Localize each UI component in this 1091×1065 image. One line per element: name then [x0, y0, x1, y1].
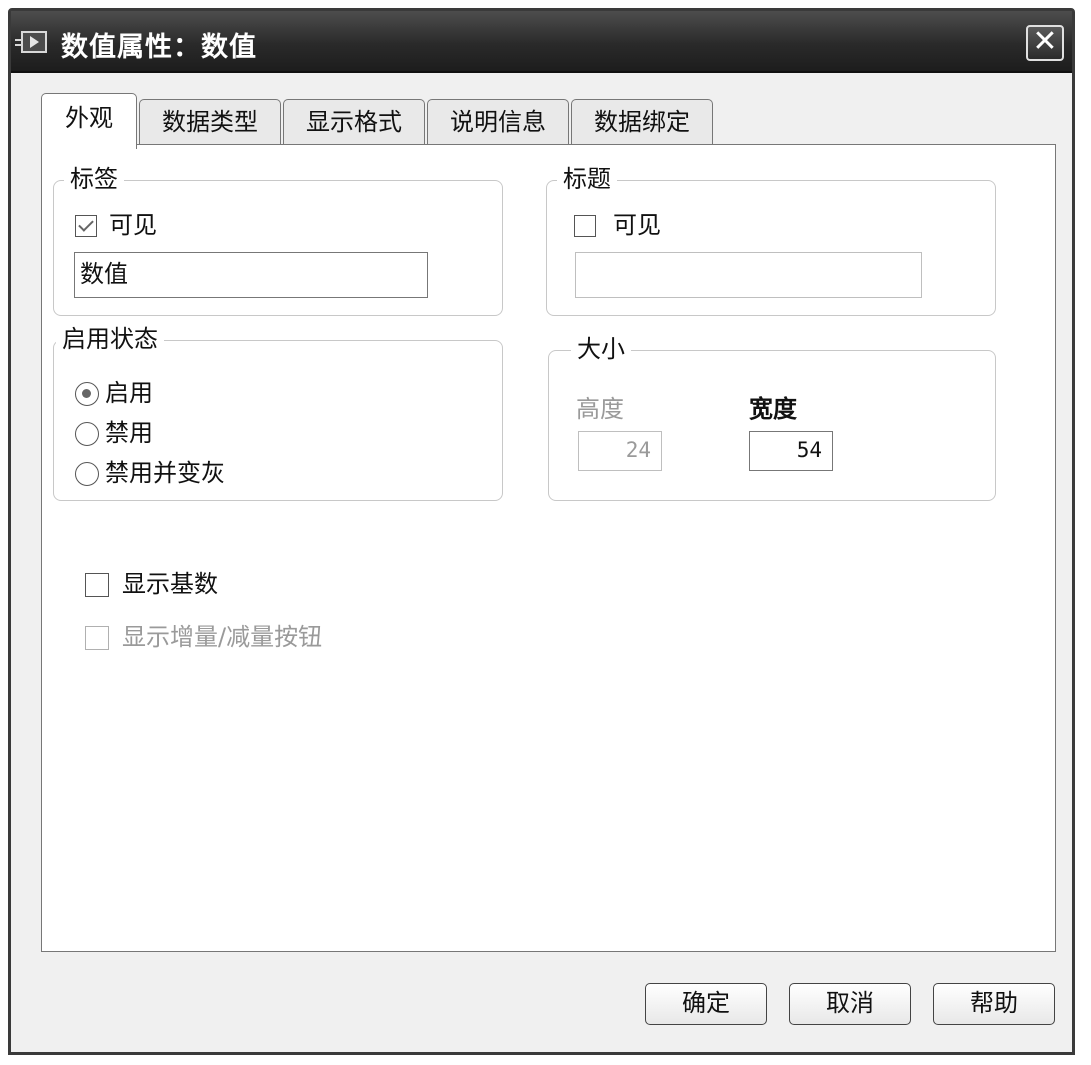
tab-appearance[interactable]: 外观 [41, 93, 137, 149]
ok-button[interactable]: 确定 [645, 983, 767, 1025]
width-label: 宽度 [749, 395, 797, 423]
tab-documentation[interactable]: 说明信息 [427, 99, 569, 145]
enable-state-group: 启用状态 启用 禁用 禁用并变灰 [53, 324, 503, 501]
labview-vi-icon [15, 31, 47, 53]
height-input[interactable]: 24 [578, 431, 662, 471]
dialog-title: 数值属性：数值 [61, 32, 257, 63]
caption-group: 标题 可见 [546, 164, 996, 316]
tab-data-binding[interactable]: 数据绑定 [571, 99, 713, 145]
caption-group-title: 标题 [557, 164, 617, 194]
tab-data-type[interactable]: 数据类型 [139, 99, 281, 145]
enable-state-title: 启用状态 [56, 324, 164, 354]
help-button[interactable]: 帮助 [933, 983, 1055, 1025]
tab-display-format[interactable]: 显示格式 [283, 99, 425, 145]
radio-enabled-label: 启用 [105, 379, 153, 407]
label-group-title: 标签 [64, 164, 124, 194]
label-text-input[interactable]: 数值 [74, 252, 428, 298]
size-group-title: 大小 [571, 334, 631, 364]
caption-visible-text: 可见 [613, 211, 661, 239]
width-input[interactable]: 54 [749, 431, 833, 471]
dialog-window: 数值属性：数值 ✕ 外观 数据类型 显示格式 说明信息 数据绑定 标签 可见 数… [8, 8, 1075, 1055]
radio-disabled[interactable] [75, 422, 99, 446]
cancel-button[interactable]: 取消 [789, 983, 911, 1025]
caption-text-input[interactable] [575, 252, 922, 298]
show-radix-checkbox[interactable] [85, 573, 109, 597]
show-incdec-checkbox[interactable] [85, 626, 109, 650]
label-group: 标签 可见 数值 [53, 164, 503, 316]
show-radix-label: 显示基数 [122, 570, 218, 598]
radio-disabled-grayed[interactable] [75, 462, 99, 486]
radio-disabled-label: 禁用 [105, 419, 153, 447]
caption-visible-checkbox[interactable] [574, 215, 596, 237]
size-group: 大小 高度 24 宽度 54 [548, 334, 996, 501]
radio-enabled[interactable] [75, 382, 99, 406]
label-visible-checkbox[interactable] [75, 215, 97, 237]
height-label: 高度 [576, 395, 624, 423]
label-visible-text: 可见 [109, 211, 157, 239]
title-bar[interactable]: 数值属性：数值 ✕ [11, 11, 1072, 73]
radio-disabled-grayed-label: 禁用并变灰 [105, 459, 225, 487]
show-incdec-label: 显示增量/减量按钮 [122, 623, 323, 651]
close-button[interactable]: ✕ [1026, 25, 1064, 61]
tab-panel-appearance: 标签 可见 数值 标题 可见 启用状态 启用 禁用 禁用并变灰 大小 高度 24 [41, 144, 1056, 952]
